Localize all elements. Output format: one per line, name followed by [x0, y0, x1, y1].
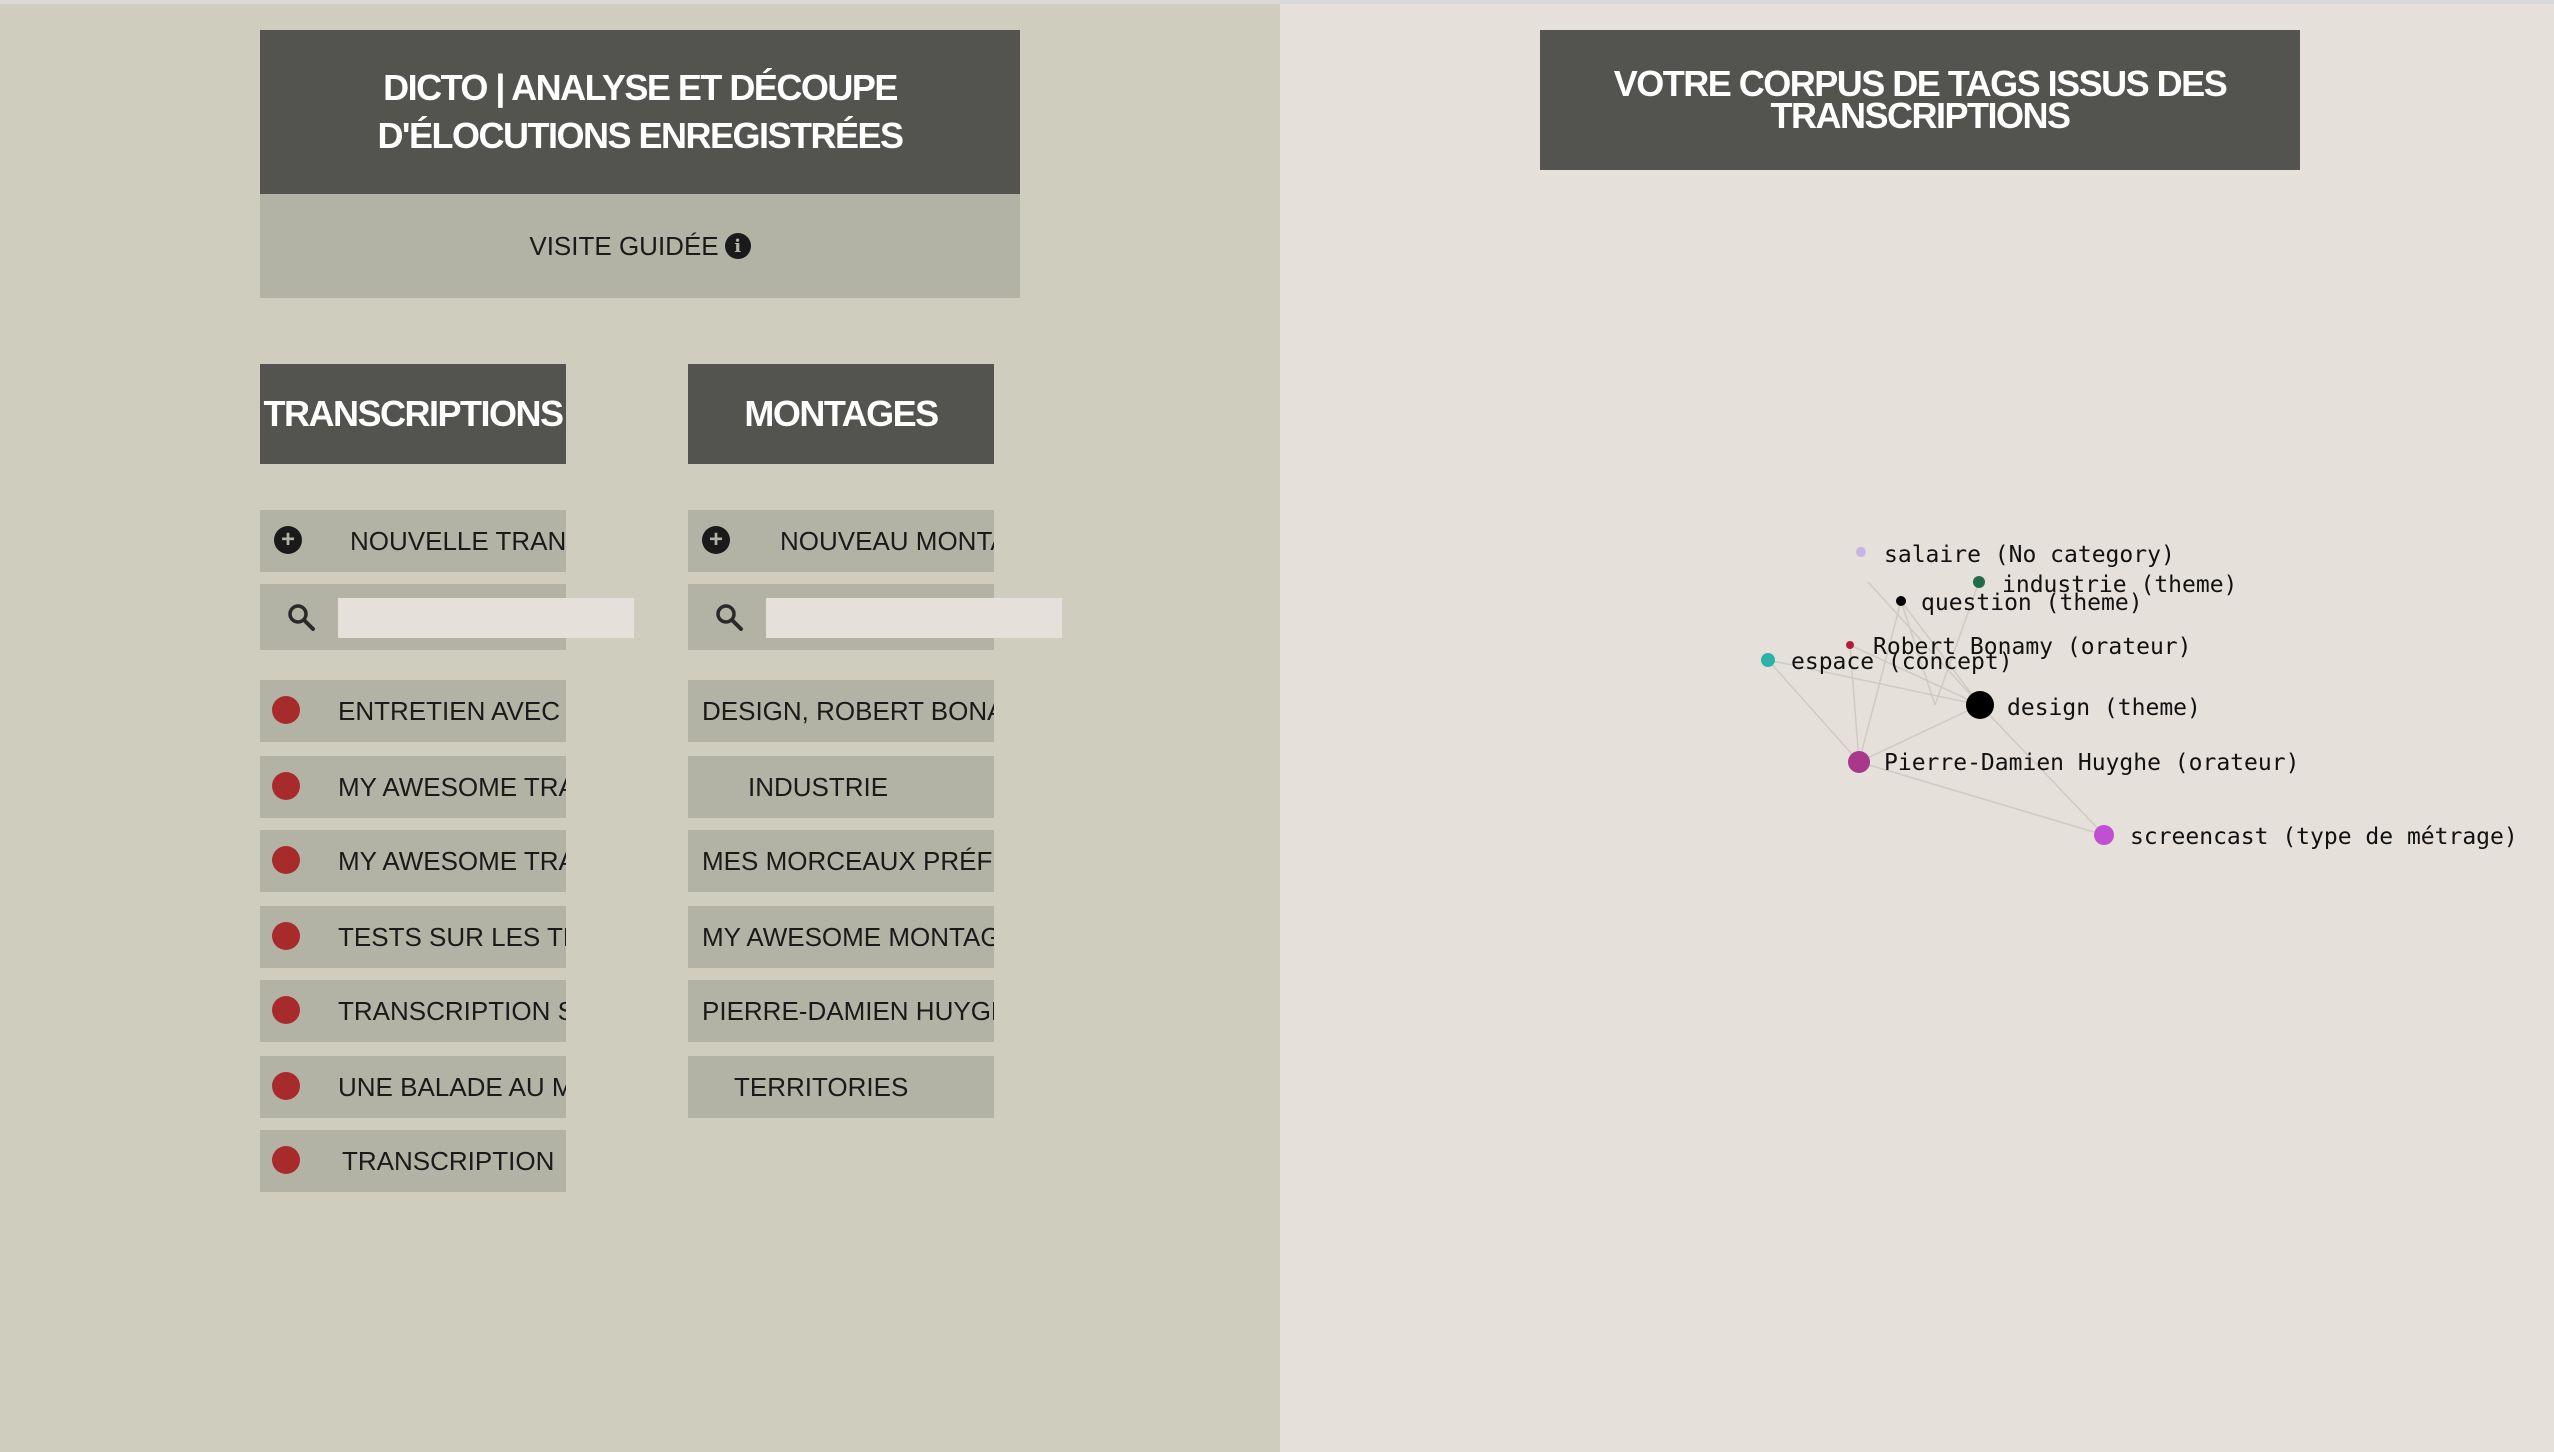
- transcription-item[interactable]: TESTS SUR LES TRA: [260, 906, 566, 968]
- transcription-item-label: UNE BALADE AU M: [338, 1072, 566, 1102]
- montage-item-label: PIERRE-DAMIEN HUYGH: [702, 996, 994, 1026]
- transcription-item[interactable]: ENTRETIEN AVEC P: [260, 680, 566, 742]
- node-label: Pierre-Damien Huyghe (orateur): [1884, 750, 2299, 776]
- montage-item-label: TERRITORIES: [734, 1072, 909, 1102]
- node-dot: [1856, 547, 1866, 557]
- record-dot-icon: [272, 996, 300, 1024]
- search-icon: [288, 604, 315, 631]
- montage-item[interactable]: MES MORCEAUX PRÉFÉR: [688, 830, 994, 892]
- montage-item-label: DESIGN, ROBERT BONAM: [702, 696, 994, 726]
- node-label: salaire (No category): [1884, 542, 2175, 568]
- guided-tour-label: VISITE GUIDÉE: [529, 230, 719, 261]
- transcription-item[interactable]: TRANSCRIPTION SA: [260, 980, 566, 1042]
- guided-tour-button[interactable]: VISITE GUIDÉE i: [260, 194, 1020, 298]
- transcription-item-label: TRANSCRIPTION: [342, 1146, 555, 1176]
- montage-item[interactable]: PIERRE-DAMIEN HUYGH: [688, 980, 994, 1042]
- info-icon: i: [724, 233, 751, 259]
- node-label: question (theme): [1921, 590, 2143, 616]
- transcription-item-label: TRANSCRIPTION SA: [338, 996, 566, 1026]
- record-dot-icon: [272, 1146, 300, 1174]
- node-dot: [1848, 751, 1870, 773]
- record-dot-icon: [272, 772, 300, 800]
- transcriptions-heading: TRANSCRIPTIONS: [260, 364, 566, 464]
- montage-item[interactable]: MY AWESOME MONTAG: [688, 906, 994, 968]
- montages-heading: MONTAGES: [688, 364, 994, 464]
- record-dot-icon: [272, 922, 300, 950]
- search-icon: [716, 604, 743, 631]
- transcription-item[interactable]: TRANSCRIPTION: [260, 1130, 566, 1192]
- graph-node-question[interactable]: question (theme): [1896, 590, 2143, 616]
- graph-node-design[interactable]: design (theme): [1966, 691, 2201, 721]
- record-dot-icon: [272, 1072, 300, 1100]
- app-title: DICTO | ANALYSE ET DÉCOUPE D'ÉLOCUTIONS …: [260, 30, 1020, 194]
- graph-node-screencast[interactable]: screencast (type de métrage): [2094, 824, 2518, 850]
- new-transcription-button[interactable]: + NOUVELLE TRANSCRIPTION: [260, 510, 566, 572]
- montage-item-label: MY AWESOME MONTAG: [702, 922, 994, 952]
- transcription-item-label: TESTS SUR LES TRA: [338, 922, 566, 952]
- node-dot: [2094, 825, 2114, 845]
- node-dot: [1896, 596, 1906, 606]
- transcriptions-search-input[interactable]: [338, 598, 634, 638]
- node-dot: [1761, 653, 1775, 667]
- node-label: screencast (type de métrage): [2130, 824, 2518, 850]
- new-transcription-label: NOUVELLE TRANSCRIPTION: [350, 526, 566, 556]
- graph-node-pierre-damien-huyghe[interactable]: Pierre-Damien Huyghe (orateur): [1848, 750, 2299, 776]
- montage-item-label: MES MORCEAUX PRÉFÉR: [702, 846, 994, 876]
- montages-search-input[interactable]: [766, 598, 1062, 638]
- montage-item-label: INDUSTRIE: [748, 772, 889, 802]
- montage-item[interactable]: DESIGN, ROBERT BONAM: [688, 680, 994, 742]
- graph-node-salaire[interactable]: salaire (No category): [1856, 542, 2175, 568]
- transcription-item[interactable]: MY AWESOME TRA: [260, 756, 566, 818]
- graph-edge: [1767, 659, 1860, 763]
- node-dot: [1973, 576, 1985, 588]
- graph-node-espace[interactable]: espace (concept): [1761, 649, 2013, 675]
- tag-graph[interactable]: salaire (No category) industrie (theme) …: [1280, 0, 2554, 1452]
- new-montage-button[interactable]: + NOUVEAU MONTAGE: [688, 510, 994, 572]
- montage-item[interactable]: INDUSTRIE: [688, 756, 994, 818]
- montage-item[interactable]: TERRITORIES: [688, 1056, 994, 1118]
- node-dot: [1846, 641, 1854, 649]
- transcription-item-label: MY AWESOME TRA: [338, 846, 566, 876]
- transcription-item-label: ENTRETIEN AVEC P: [338, 696, 566, 726]
- transcription-item[interactable]: MY AWESOME TRA: [260, 830, 566, 892]
- record-dot-icon: [272, 846, 300, 874]
- plus-circle-icon: +: [702, 526, 730, 554]
- transcription-item-label: MY AWESOME TRA: [338, 772, 566, 802]
- node-label: espace (concept): [1791, 649, 2013, 675]
- record-dot-icon: [272, 696, 300, 724]
- node-label: design (theme): [2007, 695, 2201, 721]
- plus-circle-icon: +: [274, 526, 302, 554]
- transcription-item[interactable]: UNE BALADE AU M: [260, 1056, 566, 1118]
- new-montage-label: NOUVEAU MONTAGE: [780, 526, 994, 556]
- graph-edge: [1858, 600, 1902, 763]
- node-dot: [1966, 691, 1994, 719]
